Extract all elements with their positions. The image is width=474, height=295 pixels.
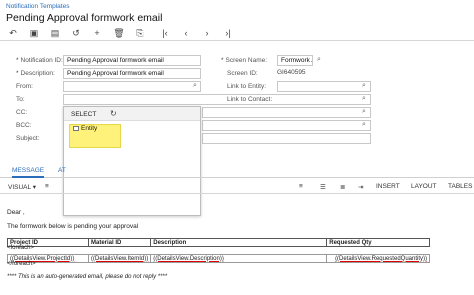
subject-field[interactable] <box>202 133 371 144</box>
bcc-field[interactable] <box>202 120 371 131</box>
page-title: Pending Approval formwork email <box>6 12 163 24</box>
undo-icon[interactable]: ↶ <box>7 27 19 39</box>
align-icon[interactable]: ≡ <box>299 183 303 190</box>
foreach-open-tag: <foreach> <box>7 245 35 251</box>
tab-message[interactable]: MESSAGE <box>12 167 45 178</box>
bcc-label: BCC: <box>16 122 32 129</box>
visual-mode-dropdown[interactable]: VISUAL ▾ <box>8 183 36 191</box>
notification-id-label: * Notification ID: <box>16 57 63 64</box>
description-label: * Description: <box>16 70 55 77</box>
tab-bar: MESSAGE AT <box>0 165 474 178</box>
folder-icon <box>73 126 79 131</box>
prev-icon[interactable]: ‹ <box>180 27 192 39</box>
cc-label: CC: <box>16 109 28 116</box>
search-icon[interactable]: ⌕ <box>193 82 197 90</box>
col-header: Description <box>150 238 328 247</box>
copy-icon[interactable]: ⎘ <box>134 27 146 39</box>
table-row: ((DetailsView.ProjectId)) ((DetailsView.… <box>7 254 430 263</box>
from-label: From: <box>16 83 33 90</box>
editor-toolbar: VISUAL ▾ ≡ ≡ ☰ ≣ ⇥ INSERT LAYOUT TABLES <box>0 180 474 194</box>
add-icon[interactable]: + <box>91 27 103 39</box>
template-table[interactable]: Project ID Material ID Description Reque… <box>7 238 430 263</box>
save-close-icon[interactable]: ▤ <box>49 27 61 39</box>
from-field[interactable] <box>63 81 201 92</box>
indent-icon[interactable]: ⇥ <box>358 183 363 191</box>
insert-menu[interactable]: INSERT <box>376 183 400 190</box>
screen-name-label: * Screen Name: <box>221 57 268 64</box>
format-icon[interactable]: ≣ <box>340 183 345 191</box>
table-cell: ((DetailsView.RequestedQuantity)) <box>326 254 430 263</box>
link-entity-field[interactable] <box>277 81 371 92</box>
text-align-icon[interactable]: ≡ <box>45 183 49 190</box>
notification-id-field[interactable]: Pending Approval formwork email <box>63 55 201 66</box>
last-icon[interactable]: ›| <box>222 27 234 39</box>
col-header: Material ID <box>87 238 152 247</box>
description-field[interactable]: Pending Approval formwork email <box>63 68 201 79</box>
link-contact-label: Link to Contact: <box>227 96 273 103</box>
list-icon[interactable]: ☰ <box>320 183 326 191</box>
search-icon[interactable]: ⌕ <box>362 82 366 90</box>
layout-menu[interactable]: LAYOUT <box>411 183 437 190</box>
cancel-icon[interactable]: ↺ <box>70 27 82 39</box>
dropdown-title: SELECT <box>71 111 97 118</box>
to-field[interactable] <box>63 94 371 105</box>
delete-icon[interactable]: 🗑 <box>113 27 125 39</box>
table-cell: ((DetailsView.ItemId)) <box>87 254 152 263</box>
next-icon[interactable]: › <box>201 27 213 39</box>
cc-field[interactable] <box>202 107 371 118</box>
subject-label: Subject: <box>16 135 40 142</box>
table-spacer-row <box>8 247 430 255</box>
link-entity-label: Link to Entity: <box>227 83 267 90</box>
tab-attachments[interactable]: AT <box>58 167 66 174</box>
search-icon[interactable]: ⌕ <box>362 95 366 103</box>
to-label: To: <box>16 96 25 103</box>
dropdown-header: SELECT ↻ <box>64 107 200 121</box>
screen-id-value: GI640595 <box>277 69 306 76</box>
greeting-text: Dear , <box>7 209 25 216</box>
screen-id-label: Screen ID: <box>227 70 258 77</box>
breadcrumb[interactable]: Notification Templates <box>6 3 69 10</box>
table-header-row: Project ID Material ID Description Reque… <box>7 238 430 247</box>
footer-note: **** This is an auto-generated email, pl… <box>7 274 168 280</box>
search-icon[interactable]: ⌕ <box>317 56 321 64</box>
search-icon[interactable]: ⌕ <box>362 108 366 116</box>
main-toolbar: ↶ ▣ ▤ ↺ + 🗑 ⎘ |‹ ‹ › ›| <box>0 25 474 41</box>
search-icon[interactable]: ⌕ <box>362 121 366 129</box>
first-icon[interactable]: |‹ <box>159 27 171 39</box>
table-cell: ((DetailsView.Description)) <box>150 254 328 263</box>
refresh-icon[interactable]: ↻ <box>110 109 117 118</box>
dropdown-item-entity[interactable]: Entity <box>73 125 97 132</box>
screen-name-field[interactable]: Formwork A <box>277 55 313 66</box>
foreach-close-tag: </foreach> <box>7 261 36 267</box>
tables-menu[interactable]: TABLES <box>448 183 472 190</box>
save-icon[interactable]: ▣ <box>28 27 40 39</box>
col-header: Requested Qty <box>326 238 430 247</box>
intro-text: The formwork below is pending your appro… <box>7 223 139 230</box>
